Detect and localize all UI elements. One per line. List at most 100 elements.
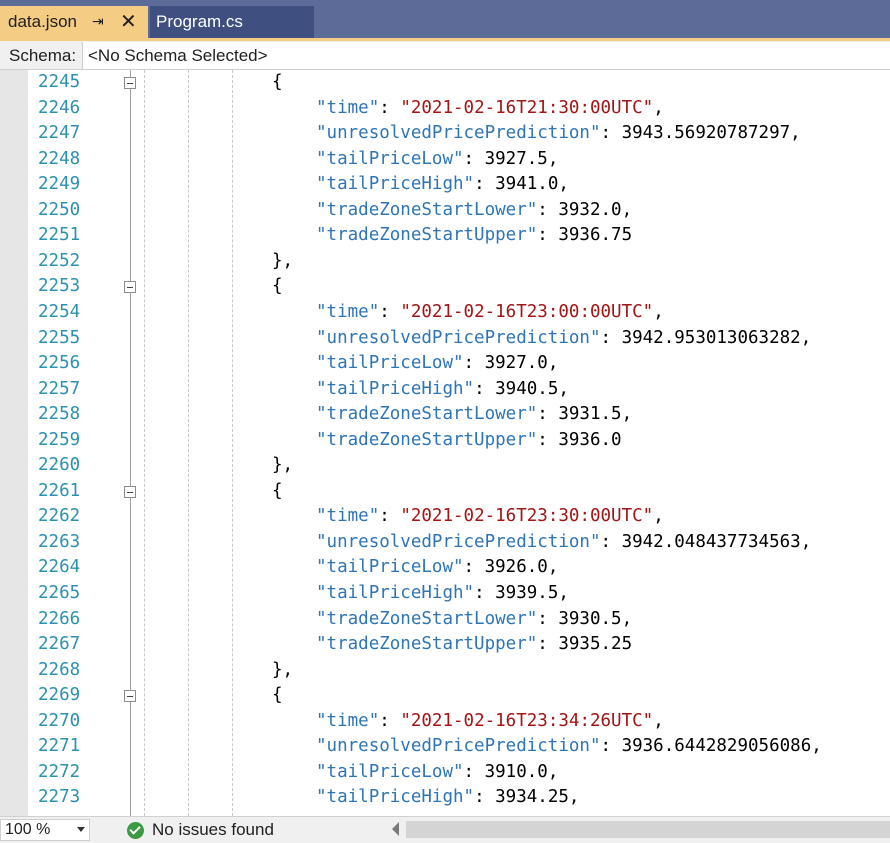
code-line: 2257 "tailPriceHigh": 3940.5,	[0, 377, 890, 403]
zoom-dropdown[interactable]: 100 %	[0, 819, 90, 841]
tab-label: data.json	[8, 12, 77, 31]
json-value: 3934.25	[495, 787, 569, 808]
json-key-quote: "	[589, 531, 601, 552]
tab-data-json[interactable]: data.json ⇥ ✕	[0, 6, 148, 38]
code-line: 2260},	[0, 453, 890, 479]
json-value: 3936.75	[558, 225, 633, 246]
line-code: "unresolvedPricePrediction": 3942.048437…	[316, 532, 811, 552]
json-value: 3932.0	[558, 199, 622, 220]
json-value: "2021-02-16T21:30:00UTC"	[400, 97, 654, 118]
code-editor[interactable]: 2245{2246 "time": "2021-02-16T21:30:00UTC…	[0, 70, 890, 816]
json-key: time	[326, 97, 369, 118]
json-key-quote: "	[316, 301, 327, 322]
line-code: "unresolvedPricePrediction": 3942.953013…	[316, 328, 811, 348]
line-number: 2272	[38, 761, 81, 782]
json-value: 3941.0	[495, 174, 559, 195]
json-key-quote: "	[316, 710, 327, 731]
line-number: 2267	[38, 634, 81, 655]
json-colon: :	[474, 583, 496, 603]
json-comma: ,	[547, 761, 559, 782]
json-comma: ,	[621, 608, 633, 629]
collapse-icon[interactable]	[124, 690, 136, 703]
line-number: 2263	[38, 531, 81, 552]
json-comma: ,	[653, 97, 664, 118]
line-number: 2254	[38, 301, 81, 322]
code-line: 2254 "time": "2021-02-16T23:00:00UTC",	[0, 300, 890, 326]
json-key-quote: "	[316, 634, 327, 655]
json-comma: ,	[568, 787, 580, 808]
json-colon: :	[600, 327, 622, 348]
json-comma: ,	[621, 199, 633, 220]
json-value: 3936.0	[558, 429, 622, 450]
code-line: 2264 "tailPriceLow": 3926.0,	[0, 555, 890, 581]
code-line: 2266 "tradeZoneStartLower": 3930.5,	[0, 607, 890, 633]
line-code: "tailPriceHigh": 3941.0,	[316, 174, 569, 194]
json-key: tailPriceHigh	[326, 787, 464, 808]
schema-dropdown[interactable]: <No Schema Selected>	[82, 42, 890, 69]
code-line: 2252},	[0, 249, 890, 275]
json-key-quote: "	[316, 557, 327, 578]
code-line: 2271 "unresolvedPricePrediction": 3936.64…	[0, 734, 890, 760]
code-line: 2267 "tradeZoneStartUpper": 3935.25	[0, 632, 890, 658]
json-colon: :	[537, 608, 559, 629]
line-code: "tailPriceHigh": 3940.5,	[316, 379, 569, 399]
collapse-icon[interactable]	[124, 77, 136, 89]
close-icon[interactable]: ✕	[120, 9, 137, 33]
json-key: tradeZoneStartUpper	[326, 634, 527, 655]
json-key-quote: "	[452, 148, 464, 169]
json-colon: :	[537, 225, 559, 246]
issues-indicator[interactable]: No issues found	[127, 820, 274, 840]
json-value: 3942.953013063282	[621, 327, 801, 348]
line-number: 2249	[38, 174, 81, 195]
code-line: 2273 "tailPriceHigh": 3934.25,	[0, 785, 890, 811]
line-code: },	[272, 455, 294, 476]
json-colon: :	[379, 97, 401, 118]
pin-icon[interactable]: ⇥	[92, 14, 104, 30]
json-key-quote: "	[526, 404, 538, 425]
json-key: tailPriceHigh	[326, 378, 464, 399]
json-key-quote: "	[368, 710, 380, 731]
line-code: },	[272, 659, 294, 680]
schema-bar: Schema: <No Schema Selected>	[0, 41, 890, 70]
line-number: 2257	[38, 378, 81, 399]
line-code: "time": "2021-02-16T23:34:26UTC",	[316, 711, 664, 731]
line-number: 2271	[38, 736, 81, 757]
collapse-icon[interactable]	[124, 485, 136, 498]
json-value: 3926.0	[484, 557, 548, 578]
json-value: "2021-02-16T23:30:00UTC"	[400, 506, 654, 527]
line-code: {	[272, 480, 283, 501]
code-line: 2245 {	[0, 70, 890, 96]
json-key: tailPriceHigh	[326, 174, 464, 195]
json-value: "2021-02-16T23:34:26UTC"	[400, 710, 654, 731]
json-comma: ,	[558, 174, 569, 195]
json-comma: ,	[811, 736, 822, 757]
json-key-quote: "	[463, 583, 475, 603]
check-circle-icon	[127, 821, 144, 839]
line-number: 2253	[38, 276, 81, 297]
json-key-quote: "	[452, 353, 464, 374]
json-key-quote: "	[463, 787, 475, 808]
json-value: 3936.6442829056086	[621, 736, 812, 757]
json-colon: :	[463, 761, 485, 782]
code-line: 2250 "tradeZoneStartLower": 3932.0,	[0, 198, 890, 224]
line-code: "tailPriceHigh": 3939.5,	[316, 583, 569, 603]
json-colon: :	[379, 301, 401, 322]
horizontal-scrollbar[interactable]	[406, 821, 890, 838]
json-key-quote: "	[316, 353, 327, 374]
json-key-quote: "	[316, 225, 327, 246]
line-code: "tradeZoneStartUpper": 3935.25	[316, 634, 632, 654]
json-comma: ,	[547, 148, 559, 169]
code-line: 2272 "tailPriceLow": 3910.0,	[0, 760, 890, 786]
tab-program-cs[interactable]: Program.cs	[150, 6, 314, 38]
code-line: 2262 "time": "2021-02-16T23:30:00UTC",	[0, 504, 890, 530]
line-number: 2266	[38, 608, 81, 629]
json-key-quote: "	[589, 327, 601, 348]
collapse-icon[interactable]	[124, 281, 136, 294]
line-code: "tradeZoneStartLower": 3930.5,	[316, 609, 632, 629]
line-number: 2250	[38, 199, 81, 220]
scroll-left-arrow[interactable]	[392, 822, 399, 836]
json-colon: :	[600, 123, 622, 144]
json-value: 3942.048437734563	[621, 531, 801, 552]
json-comma: ,	[800, 531, 812, 552]
chevron-down-icon	[77, 827, 85, 832]
